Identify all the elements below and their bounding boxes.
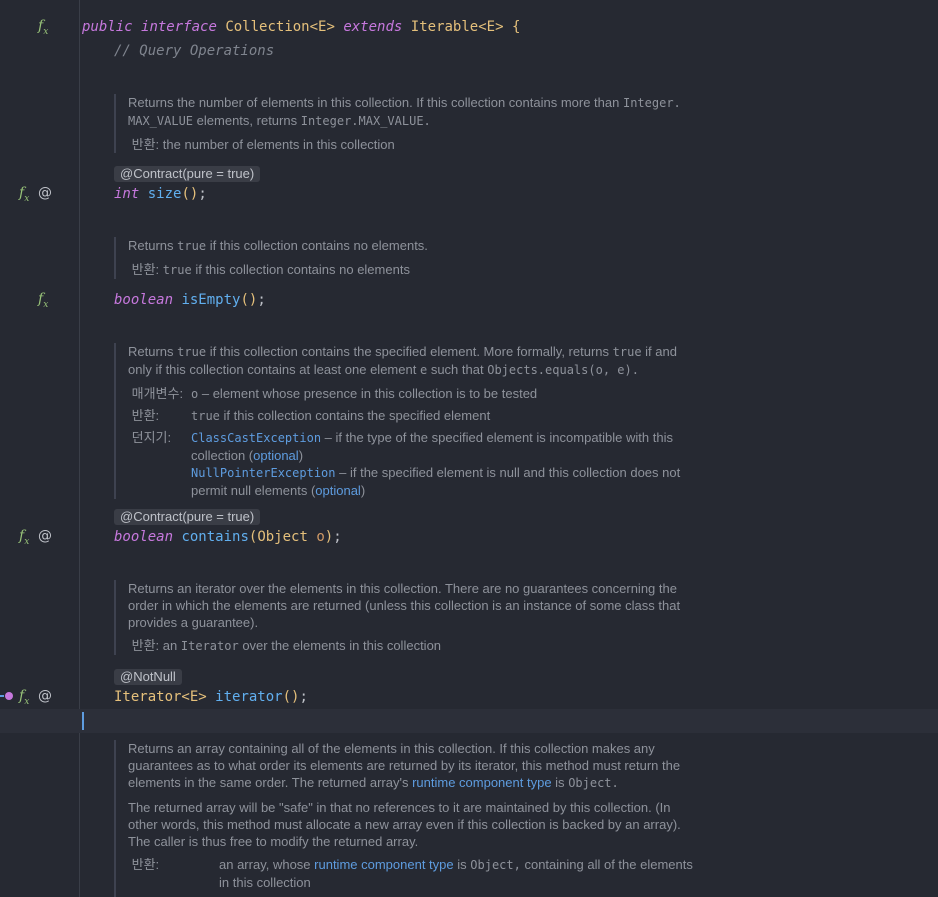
function-gutter-icon[interactable]: fx <box>38 291 48 310</box>
iterator-signature[interactable]: Iterator<E> iterator(); <box>114 688 308 706</box>
isempty-javadoc: Returns true if this collection contains… <box>114 237 748 279</box>
current-line-highlight <box>0 709 938 733</box>
contains-signature[interactable]: boolean contains(Object o); <box>114 528 342 546</box>
notnull-annotation[interactable]: @NotNull <box>114 669 182 685</box>
implementations-gutter-icon[interactable] <box>0 690 14 702</box>
function-gutter-icon[interactable]: fx <box>19 688 29 707</box>
annotation-gutter-icon[interactable]: @ <box>38 688 52 704</box>
function-gutter-icon[interactable]: fx <box>38 18 48 37</box>
annotation-gutter-icon[interactable]: @ <box>38 185 52 201</box>
optional-link[interactable]: optional <box>315 483 361 498</box>
contains-javadoc: Returns true if this collection contains… <box>114 343 748 499</box>
optional-link[interactable]: optional <box>253 448 299 463</box>
annotation-gutter-icon[interactable]: @ <box>38 528 52 544</box>
text-caret <box>82 712 84 730</box>
nullpointerexception-link[interactable]: NullPointerException <box>191 466 336 480</box>
contract-annotation[interactable]: @Contract(pure = true) <box>114 509 261 525</box>
runtime-component-type-link[interactable]: runtime component type <box>412 775 551 790</box>
size-javadoc: Returns the number of elements in this c… <box>114 94 748 153</box>
query-operations-comment: // Query Operations <box>114 43 275 59</box>
function-gutter-icon[interactable]: fx <box>19 528 29 547</box>
iterator-javadoc: Returns an iterator over the elements in… <box>114 580 748 655</box>
contract-annotation[interactable]: @Contract(pure = true) <box>114 166 261 182</box>
gutter-divider <box>79 0 80 897</box>
isempty-signature[interactable]: boolean isEmpty(); <box>114 291 266 309</box>
toarray-javadoc: Returns an array containing all of the e… <box>114 740 748 897</box>
runtime-component-type-link[interactable]: runtime component type <box>314 857 453 872</box>
interface-declaration[interactable]: public interface Collection<E> extends I… <box>82 18 520 36</box>
classcastexception-link[interactable]: ClassCastException <box>191 431 321 445</box>
size-signature[interactable]: int size(); <box>114 185 207 203</box>
function-gutter-icon[interactable]: fx <box>19 185 29 204</box>
